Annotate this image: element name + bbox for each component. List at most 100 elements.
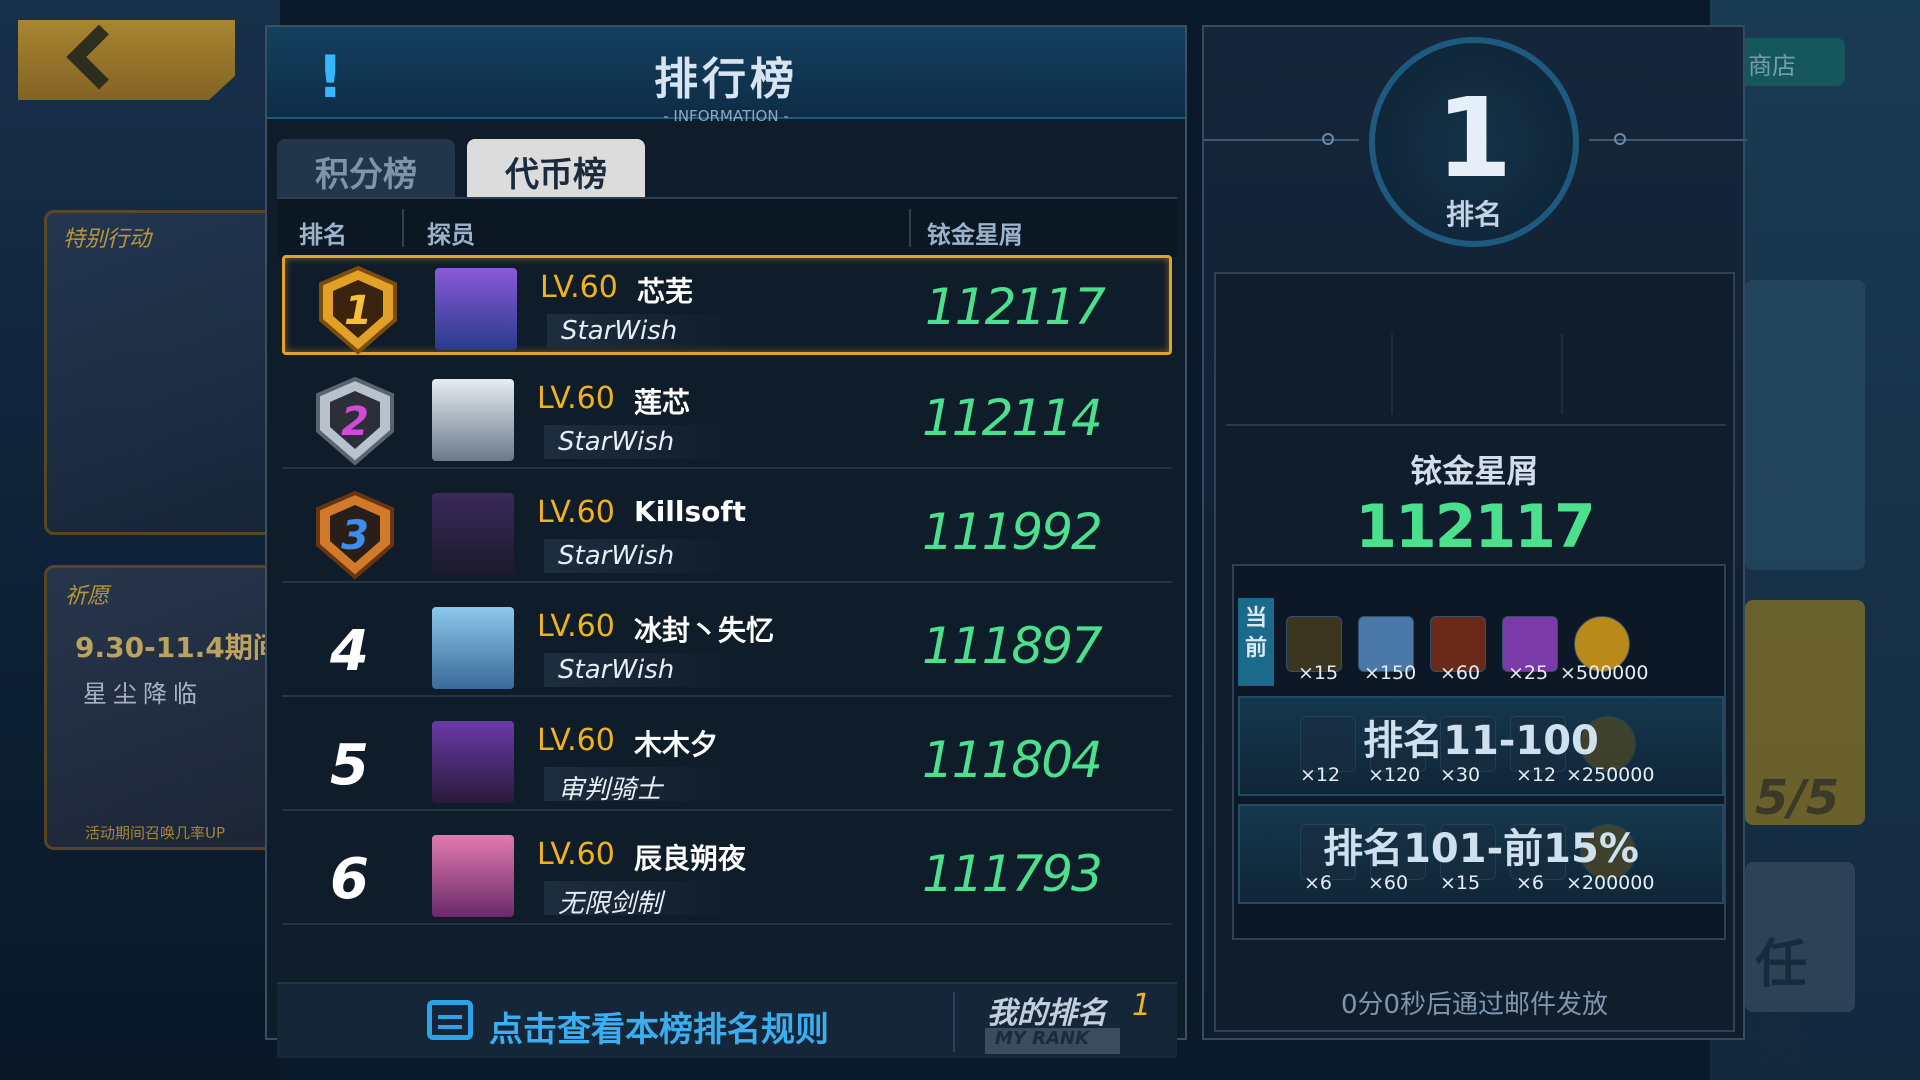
reward-qty: ×60 [1440, 662, 1481, 684]
back-button[interactable] [18, 20, 235, 100]
task-card[interactable]: 任务 [1745, 862, 1855, 1070]
silver-medal-icon: 2 [316, 376, 394, 466]
divider [1561, 334, 1563, 414]
player-guild: 无限剑制 [544, 881, 744, 919]
player-score: 111897 [922, 617, 1103, 675]
column-rank: 排名 [299, 221, 347, 249]
column-score: 铱金星屑 [927, 221, 1023, 249]
reward-qty: ×500000 [1560, 662, 1649, 684]
player-guild: StarWish [547, 314, 747, 348]
player-guild: StarWish [544, 425, 744, 459]
reward-qty: ×12 [1516, 764, 1557, 786]
right-count: 5/5 [1755, 770, 1840, 826]
reward-qty: ×6 [1516, 872, 1545, 894]
tier-name: 排名11-100 [1363, 718, 1599, 764]
avatar[interactable] [432, 379, 514, 461]
wish-footer: 活动期间召唤几率UP [85, 824, 226, 842]
wish-event-card[interactable]: 祈愿 9.30-11.4期间 星尘降临 活动期间召唤几率UP [44, 565, 284, 850]
divider [1226, 424, 1726, 426]
player-score: 112114 [922, 389, 1103, 447]
tier-name: 排名101-前15% [1323, 826, 1639, 872]
wish-subtitle: 星尘降临 [83, 680, 203, 708]
reward-qty: ×15 [1440, 872, 1481, 894]
svg-text:2: 2 [341, 399, 369, 445]
reward-tier-row: 排名101-前15% ×6 ×60 ×15 ×6 ×200000 [1238, 804, 1724, 904]
panel-footer: 点击查看本榜排名规则 我的排名 1 MY RANK [277, 982, 1177, 1058]
reward-info-panel: 1 排名 铱金星屑 112117 当前 ×15 ×150 ×60 ×25 ×50… [1202, 25, 1747, 1040]
reward-tier-row: 排名11-100 ×12 ×120 ×30 ×12 ×250000 [1238, 696, 1724, 796]
page-title: 排行榜 [654, 54, 798, 105]
wish-tag: 祈愿 [65, 584, 110, 609]
my-rank-label: 我的排名 [987, 996, 1107, 1031]
avatar[interactable] [435, 268, 517, 350]
avatar[interactable] [432, 721, 514, 803]
table-header: 排名 探员 铱金星屑 [277, 197, 1177, 257]
svg-text:3: 3 [341, 513, 369, 559]
player-name: 木木夕 [634, 728, 719, 761]
reward-qty: ×30 [1440, 764, 1481, 786]
avatar[interactable] [432, 607, 514, 689]
decoration-line [1204, 139, 1359, 141]
rank-number: 6 [330, 847, 369, 912]
reward-qty: ×250000 [1566, 764, 1655, 786]
table-row[interactable]: 2 LV.60 莲芯 StarWish 112114 [282, 369, 1172, 469]
player-guild: 审判骑士 [544, 767, 744, 805]
player-name: 冰封丶失忆 [634, 614, 775, 647]
page-subtitle: - INFORMATION - [663, 107, 789, 125]
divider [1391, 334, 1393, 414]
mail-countdown: 0分0秒后通过邮件发放 [1340, 990, 1609, 1020]
tab-coin[interactable]: 代币榜 [467, 139, 645, 197]
decoration-dot [1322, 133, 1334, 145]
reward-tiers: 当前 ×15 ×150 ×60 ×25 ×500000 排名11-100 ×12… [1232, 564, 1726, 940]
table-row[interactable]: 4 LV.60 冰封丶失忆 StarWish 111897 [282, 597, 1172, 697]
player-name: 莲芯 [634, 386, 691, 419]
decoration-dot [1614, 133, 1626, 145]
bronze-medal-icon: 3 [316, 490, 394, 580]
decoration-line [1589, 139, 1747, 141]
reward-qty: ×120 [1368, 764, 1421, 786]
my-rank-value: 1 [1132, 988, 1152, 1023]
my-rank-button[interactable]: MY RANK [985, 1028, 1120, 1054]
background-left [0, 0, 280, 1080]
player-score: 111793 [922, 845, 1103, 903]
gold-medal-icon: 1 [319, 265, 397, 355]
special-operation-card[interactable]: 特别行动 [44, 210, 284, 535]
rank-number: 4 [330, 619, 369, 684]
current-rank: 1 [1435, 74, 1513, 202]
player-name: 辰良朔夜 [634, 842, 747, 875]
reward-qty: ×150 [1364, 662, 1417, 684]
avatar[interactable] [432, 493, 514, 575]
player-level: LV.60 [537, 837, 615, 872]
reward-qty: ×60 [1368, 872, 1409, 894]
table-row[interactable]: 3 LV.60 Killsoft StarWish 111992 [282, 483, 1172, 583]
player-level: LV.60 [537, 723, 615, 758]
shop-button[interactable]: 商店 [1730, 38, 1845, 86]
rank-circle: 1 排名 [1369, 37, 1579, 247]
tab-score[interactable]: 积分榜 [277, 139, 455, 197]
reward-qty: ×6 [1304, 872, 1333, 894]
wish-date: 9.30-11.4期间 [75, 631, 281, 664]
table-row[interactable]: 5 LV.60 木木夕 审判骑士 111804 [282, 711, 1172, 811]
current-reward-row: 当前 ×15 ×150 ×60 ×25 ×500000 [1238, 598, 1724, 688]
right-count-card[interactable]: 5/5 [1745, 600, 1865, 826]
player-score: 111804 [922, 731, 1103, 789]
table-row[interactable]: 6 LV.60 辰良朔夜 无限剑制 111793 [282, 825, 1172, 925]
reward-qty: ×12 [1300, 764, 1341, 786]
player-level: LV.60 [540, 270, 618, 305]
rules-link[interactable]: 点击查看本榜排名规则 [489, 1002, 829, 1051]
resource-value: 112117 [1355, 492, 1596, 562]
panel-header: ! 排行榜 - INFORMATION - [267, 27, 1185, 125]
player-name: 芯芜 [637, 275, 694, 308]
player-guild: StarWish [544, 653, 744, 687]
document-icon[interactable] [427, 1000, 473, 1040]
player-level: LV.60 [537, 495, 615, 530]
column-divider [909, 209, 911, 247]
column-agent: 探员 [427, 221, 475, 249]
player-name: Killsoft [634, 495, 746, 528]
ranking-panel: ! 排行榜 - INFORMATION - 积分榜 代币榜 排名 探员 铱金星屑… [265, 25, 1187, 1058]
task-label: 任务 [1755, 935, 1808, 1070]
svg-text:1: 1 [344, 288, 372, 334]
right-side-card[interactable] [1745, 280, 1865, 570]
table-row[interactable]: 1 LV.60 芯芜 StarWish 112117 [282, 255, 1172, 355]
avatar[interactable] [432, 835, 514, 917]
